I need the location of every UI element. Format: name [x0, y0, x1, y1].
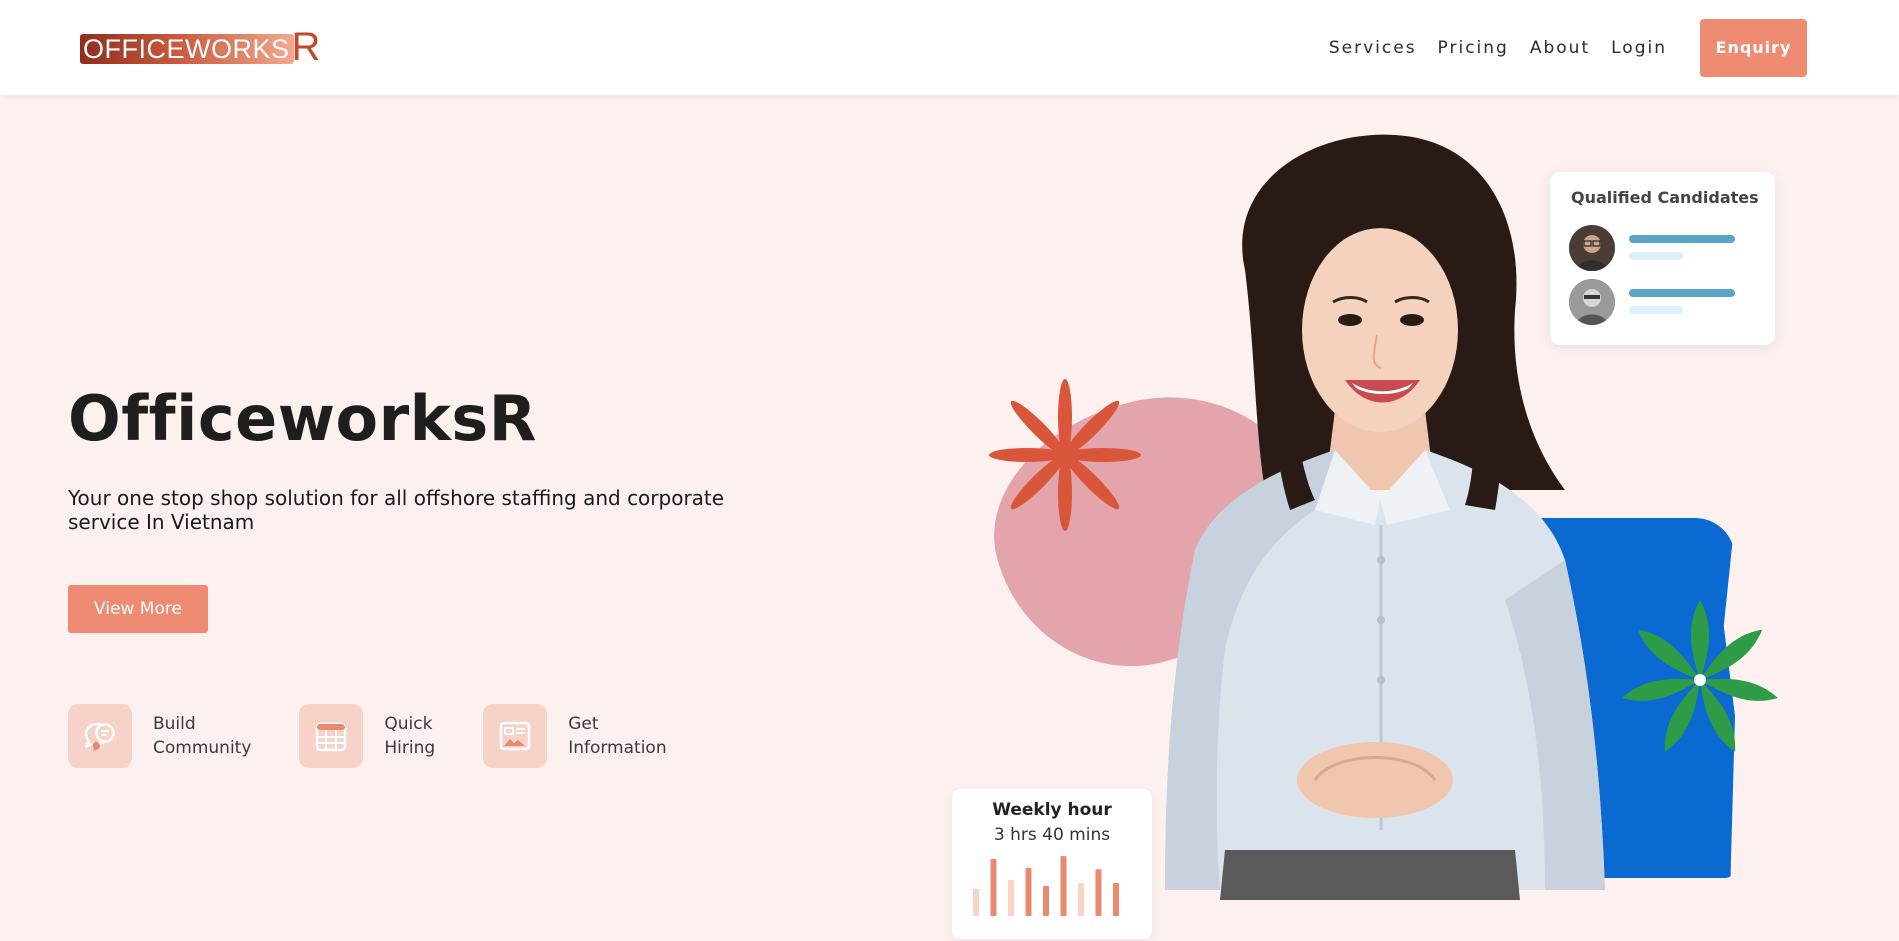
feature-get-information[interactable]: Get Information — [483, 704, 667, 768]
avatar — [1569, 225, 1615, 271]
enquiry-button[interactable]: Enquiry — [1700, 18, 1807, 77]
candidates-card-title: Qualified Candidates — [1571, 188, 1759, 207]
hero-title: OfficeworksR — [68, 382, 538, 455]
candidate-detail-bar — [1629, 252, 1683, 260]
candidate-detail-bar — [1629, 306, 1683, 314]
weekly-hour-card: Weekly hour 3 hrs 40 mins — [952, 789, 1152, 939]
nav-pricing-link[interactable]: Pricing — [1438, 38, 1509, 58]
candidate-name-bar — [1629, 235, 1735, 243]
hero-subtitle: Your one stop shop solution for all offs… — [68, 486, 725, 534]
weekly-hour-bar — [1043, 886, 1049, 916]
feature-quick-hiring-label: Quick Hiring — [384, 714, 436, 758]
weekly-hour-bar — [1008, 880, 1014, 916]
view-more-button[interactable]: View More — [68, 585, 208, 633]
brand-logo[interactable]: OFFICEWORKS R — [80, 25, 321, 69]
calendar-icon — [299, 704, 364, 768]
nav-login-link[interactable]: Login — [1611, 38, 1667, 58]
candidate-row — [1569, 279, 1759, 327]
logo-text: OFFICEWORKS — [80, 34, 294, 64]
weekly-hour-bar — [1060, 856, 1067, 916]
weekly-hour-bar-chart — [973, 856, 1119, 916]
nav-services-link[interactable]: Services — [1329, 38, 1417, 58]
qualified-candidates-card: Qualified Candidates — [1550, 172, 1775, 345]
chat-bubble-icon — [68, 704, 132, 768]
feature-build-community[interactable]: Build Community — [68, 704, 251, 768]
weekly-hour-bar — [973, 889, 979, 916]
feature-build-community-label: Build Community — [153, 714, 252, 758]
weekly-hour-bar — [1025, 868, 1032, 916]
feature-list: Build Community Quick Hiring Get Informa… — [68, 704, 667, 768]
main-nav: Services Pricing About Login Enquiry — [1329, 0, 1899, 95]
candidate-row — [1569, 225, 1759, 273]
avatar — [1569, 279, 1615, 325]
weekly-hour-title: Weekly hour — [992, 800, 1112, 820]
weekly-hour-bar — [1095, 869, 1102, 916]
weekly-hour-bar — [990, 859, 997, 916]
feature-get-information-label: Get Information — [568, 714, 667, 758]
weekly-hour-bar — [1113, 883, 1119, 916]
site-header: OFFICEWORKS R Services Pricing About Log… — [0, 0, 1899, 95]
candidate-name-bar — [1629, 289, 1735, 297]
image-card-icon — [483, 704, 548, 768]
nav-about-link[interactable]: About — [1530, 38, 1590, 58]
weekly-hour-value: 3 hrs 40 mins — [993, 825, 1111, 845]
weekly-hour-bar — [1078, 883, 1084, 916]
logo-r-letter: R — [291, 25, 321, 69]
feature-quick-hiring[interactable]: Quick Hiring — [299, 704, 435, 768]
